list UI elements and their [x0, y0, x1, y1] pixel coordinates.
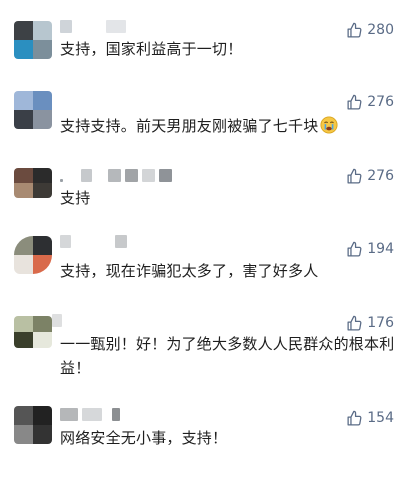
- avatar-pixel: [14, 425, 33, 444]
- comment-item: 一一甄别！好！为了绝大多数人人民群众的根本利益！ 176: [0, 312, 404, 382]
- nickname-redacted[interactable]: [60, 169, 172, 183]
- avatar-pixel: [33, 110, 52, 129]
- nickname-blur: [60, 408, 78, 421]
- avatar[interactable]: [14, 406, 52, 444]
- thumbs-up-icon: [346, 22, 363, 39]
- comment-item: 网络安全无小事，支持！ 154: [0, 404, 404, 454]
- like-count: 194: [367, 241, 394, 257]
- nickname-blur: [106, 20, 126, 33]
- avatar-pixel: [33, 40, 52, 59]
- thumbs-up-icon: [346, 94, 363, 111]
- like-count: 276: [367, 94, 394, 110]
- nickname-blur: [159, 169, 172, 182]
- nickname-blur: [125, 169, 138, 182]
- like-count: 280: [367, 22, 394, 38]
- comment-text: 网络安全无小事，支持！: [60, 429, 228, 447]
- avatar[interactable]: [14, 316, 52, 348]
- nickname-blur: [108, 169, 121, 182]
- like-count: 276: [367, 168, 394, 184]
- comment-item: 支持，国家利益高于一切！ 280: [0, 18, 404, 68]
- avatar-pixel: [14, 110, 33, 129]
- like-count: 154: [367, 410, 394, 426]
- avatar-pixel: [14, 21, 33, 40]
- like-button[interactable]: 276: [346, 92, 394, 112]
- like-button[interactable]: 276: [346, 166, 394, 186]
- nickname-redacted[interactable]: [52, 314, 62, 328]
- avatar-pixel: [14, 316, 33, 332]
- avatar-pixel: [33, 183, 52, 198]
- nickname-blur: [142, 169, 155, 182]
- comment-text-content: 支持支持。前天男朋友刚被骗了七千块: [60, 117, 319, 135]
- avatar[interactable]: [14, 168, 52, 198]
- comment-item: 支持支持。前天男朋友刚被骗了七千块 276: [0, 88, 404, 138]
- avatar-pixel: [14, 255, 33, 274]
- comment-text: 一一甄别！好！为了绝大多数人人民群众的根本利益！: [60, 335, 395, 377]
- avatar[interactable]: [14, 236, 52, 274]
- nickname-blur: [81, 169, 92, 182]
- nickname-blur: [115, 235, 127, 248]
- avatar-pixel: [33, 236, 52, 255]
- avatar-pixel: [33, 332, 52, 348]
- nickname-blur: [52, 314, 62, 327]
- avatar-pixel: [33, 406, 52, 425]
- comment-list: 支持，国家利益高于一切！ 280 支持支持。前天男朋友刚被骗了七千块 276 支…: [0, 0, 404, 477]
- avatar-pixel: [33, 316, 52, 332]
- comment-item: 支持 276: [0, 166, 404, 216]
- nickname-blur: [82, 408, 102, 421]
- thumbs-up-icon: [346, 410, 363, 427]
- avatar[interactable]: [14, 91, 52, 129]
- nickname-redacted[interactable]: [60, 235, 127, 249]
- avatar-pixel: [14, 40, 33, 59]
- nickname-blur: [60, 20, 72, 33]
- comment-text: 支持，国家利益高于一切！: [60, 40, 243, 58]
- avatar-pixel: [14, 183, 33, 198]
- avatar-pixel: [33, 168, 52, 183]
- avatar-pixel: [14, 332, 33, 348]
- avatar-pixel: [14, 236, 33, 255]
- nickname-blur: [60, 235, 71, 248]
- nickname-blur: [60, 179, 63, 182]
- like-button[interactable]: 280: [346, 20, 394, 40]
- avatar-pixel: [33, 91, 52, 110]
- thumbs-up-icon: [346, 241, 363, 258]
- like-count: 176: [367, 315, 394, 331]
- comment-text: 支持，现在诈骗犯太多了，害了好多人: [60, 262, 319, 280]
- avatar-pixel: [33, 21, 52, 40]
- avatar-pixel: [33, 255, 52, 274]
- avatar-pixel: [14, 91, 33, 110]
- avatar-pixel: [14, 168, 33, 183]
- crying-emoji-icon: [320, 116, 338, 134]
- avatar-pixel: [33, 425, 52, 444]
- thumbs-up-icon: [346, 315, 363, 332]
- avatar-pixel: [14, 406, 33, 425]
- nickname-redacted[interactable]: [60, 408, 120, 422]
- comment-item: 支持，现在诈骗犯太多了，害了好多人 194: [0, 235, 404, 285]
- comment-text: 支持支持。前天男朋友刚被骗了七千块: [60, 114, 395, 138]
- nickname-blur: [112, 408, 120, 421]
- like-button[interactable]: 194: [346, 239, 394, 259]
- like-button[interactable]: 154: [346, 408, 394, 428]
- nickname-redacted[interactable]: [60, 20, 126, 34]
- thumbs-up-icon: [346, 168, 363, 185]
- like-button[interactable]: 176: [346, 313, 394, 333]
- avatar[interactable]: [14, 21, 52, 59]
- comment-text: 支持: [60, 189, 91, 207]
